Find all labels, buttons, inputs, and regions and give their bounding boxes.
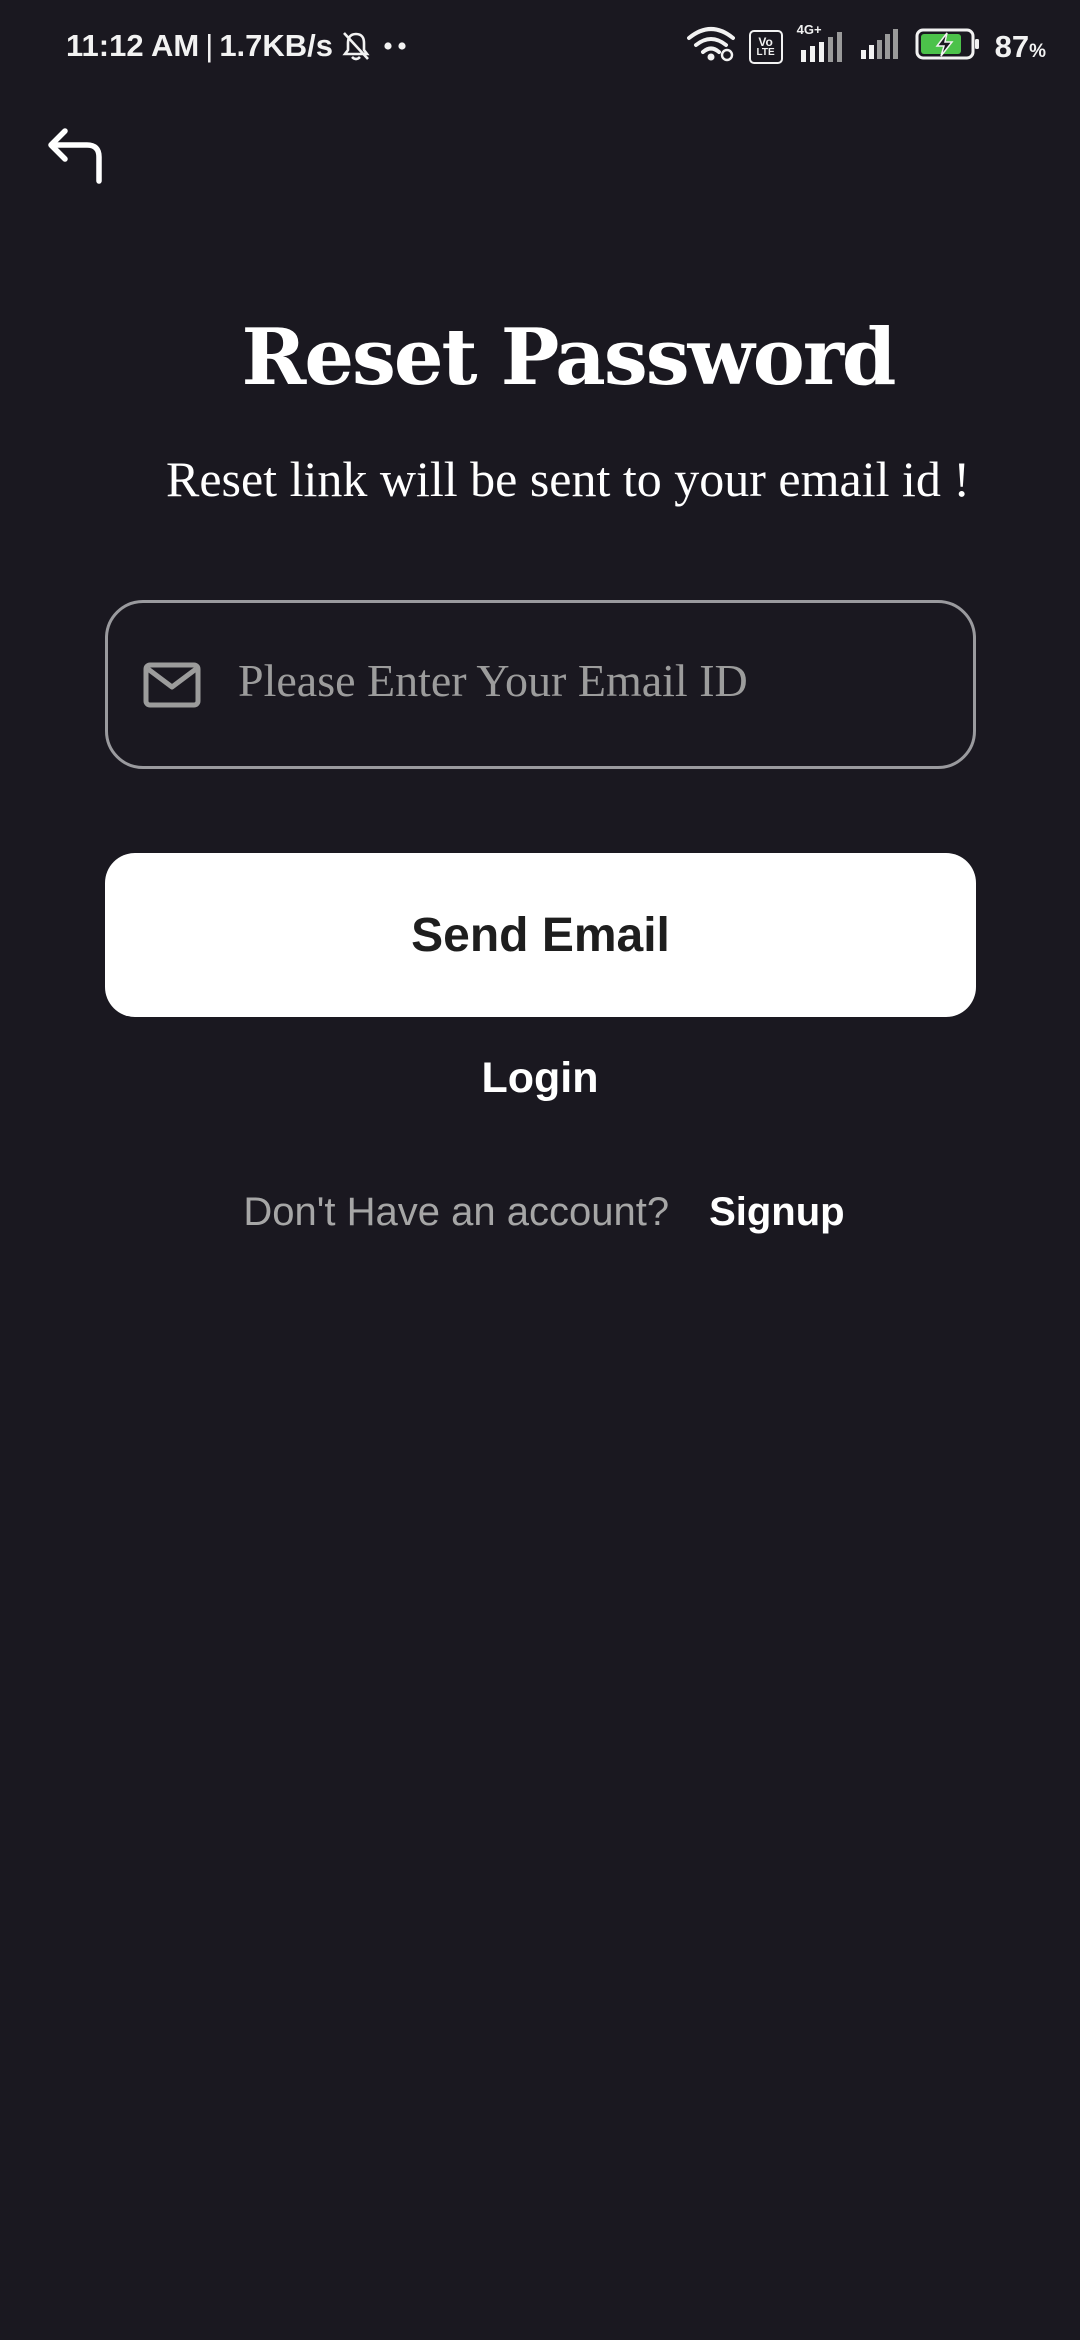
status-separator: |	[205, 28, 214, 63]
volte-label-bottom: LTE	[756, 46, 775, 58]
page-subtitle: Reset link will be sent to your email id…	[165, 451, 971, 507]
reset-password-screen: 11:12 AM | 1.7KB/s Vo LTE 4G+ 87% Reset …	[0, 0, 1080, 2340]
email-field-container[interactable]	[105, 600, 976, 769]
login-link[interactable]: Login	[0, 1054, 1080, 1103]
status-time: 11:12 AM	[66, 28, 200, 63]
volte-label-top: Vo	[758, 34, 773, 49]
more-dots-icon	[383, 41, 409, 51]
signup-row: Don't Have an account? Signup	[0, 1190, 1080, 1235]
battery-charging-icon	[915, 27, 981, 66]
signal-icon: 4G+	[797, 22, 845, 64]
status-right: Vo LTE 4G+ 87%	[686, 22, 1046, 67]
send-email-button[interactable]: Send Email	[105, 853, 976, 1017]
status-bar: 11:12 AM | 1.7KB/s Vo LTE 4G+ 87%	[0, 0, 1080, 100]
volte-icon: Vo LTE	[748, 29, 783, 64]
signal-icon-secondary	[859, 28, 901, 65]
mail-icon	[142, 661, 202, 709]
back-arrow-icon	[48, 128, 102, 184]
signup-link[interactable]: Signup	[709, 1190, 845, 1235]
status-left: 11:12 AM | 1.7KB/s	[66, 28, 409, 64]
signup-prompt: Don't Have an account?	[243, 1190, 670, 1234]
back-button[interactable]	[36, 116, 116, 196]
network-type-label: 4G+	[796, 21, 822, 37]
wifi-icon	[686, 26, 735, 67]
mute-bell-icon	[339, 29, 373, 63]
battery-percent-unit: %	[1029, 40, 1046, 62]
network-speed: 1.7KB/s	[219, 28, 334, 63]
battery-percent: 87%	[995, 29, 1046, 65]
page-title: Reset Password	[241, 312, 897, 403]
email-field[interactable]	[238, 603, 948, 766]
battery-percent-value: 87	[994, 28, 1030, 64]
